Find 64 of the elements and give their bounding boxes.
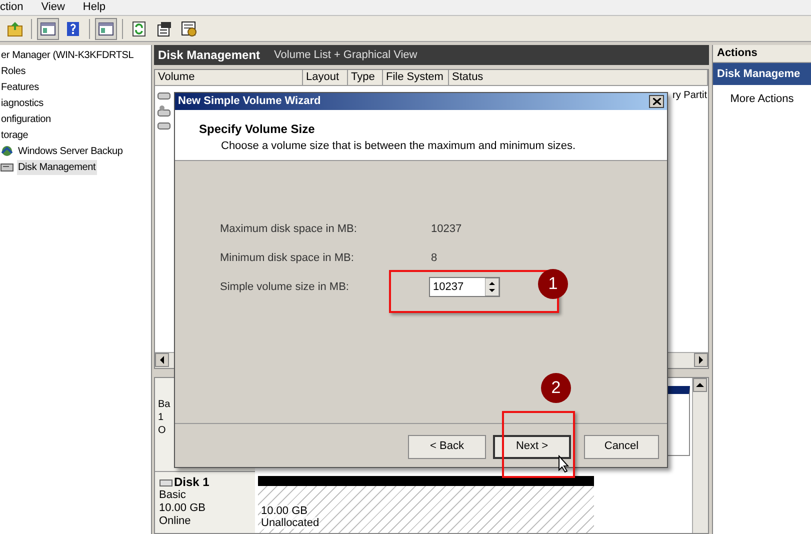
field-value: 8 bbox=[431, 250, 438, 266]
folder-up-icon bbox=[7, 20, 23, 36]
help-icon bbox=[65, 20, 81, 36]
actions-title: Actions bbox=[713, 45, 811, 63]
menu-item[interactable]: ction bbox=[0, 0, 24, 16]
partition-size: 10.00 GB bbox=[261, 505, 308, 517]
dialog-button[interactable]: Next > bbox=[493, 434, 571, 458]
disk-info: Basic bbox=[159, 489, 187, 502]
drive-icon bbox=[157, 120, 171, 132]
panel-title: Disk Management bbox=[158, 47, 260, 64]
drive-icon bbox=[157, 90, 171, 102]
dialog-button[interactable]: < Back bbox=[408, 434, 486, 458]
vertical-scrollbar[interactable] bbox=[692, 378, 708, 533]
refresh-icon bbox=[131, 20, 147, 36]
tree-item[interactable]: Disk Management bbox=[17, 160, 97, 174]
pane-icon bbox=[40, 20, 56, 36]
pane-icon bbox=[98, 20, 114, 36]
action-link[interactable]: More Actions bbox=[730, 91, 794, 108]
field-value: 10237 bbox=[431, 222, 462, 237]
field-label: Simple volume size in MB: bbox=[220, 280, 350, 295]
tree-item[interactable]: er Manager (WIN-K3KFDRTSL bbox=[0, 48, 135, 62]
disk-info: O bbox=[158, 424, 167, 437]
disk-info: Ba bbox=[158, 398, 172, 411]
disk-name: Disk 1 bbox=[174, 476, 210, 489]
column-header[interactable]: Type bbox=[348, 70, 383, 85]
disk-info: Online bbox=[159, 515, 192, 528]
wizard-subtitle: Choose a volume size that is between the maximum and minimum sizes. bbox=[220, 139, 577, 154]
actions-section[interactable]: Disk Manageme bbox=[713, 63, 811, 85]
tree-item[interactable]: torage bbox=[0, 128, 30, 142]
settings-icon bbox=[181, 20, 197, 36]
column-header[interactable]: File System bbox=[383, 70, 449, 85]
wizard-heading: Specify Volume Size bbox=[199, 121, 316, 138]
toolbar-button[interactable] bbox=[37, 18, 59, 40]
view-label: Volume List + Graphical View bbox=[274, 48, 418, 63]
column-header[interactable]: Status bbox=[449, 70, 708, 85]
close-icon bbox=[652, 98, 660, 105]
menu-item[interactable]: Help bbox=[82, 0, 106, 16]
close-button[interactable] bbox=[649, 95, 664, 108]
tree-item[interactable]: iagnostics bbox=[0, 96, 44, 110]
size-spinbox[interactable]: 10237 bbox=[429, 277, 500, 297]
disk-info: 1 bbox=[158, 411, 165, 424]
partition-label: Unallocated bbox=[261, 517, 320, 529]
spin-arrows-icon[interactable] bbox=[485, 278, 499, 296]
dialog-button[interactable]: Cancel bbox=[584, 434, 659, 458]
column-header[interactable]: Volume bbox=[155, 70, 303, 85]
dialog-title: New Simple Volume Wizard bbox=[178, 94, 321, 110]
tree-item[interactable]: Features bbox=[0, 80, 40, 94]
tree-item[interactable]: onfiguration bbox=[0, 112, 52, 126]
column-header[interactable]: Layout bbox=[303, 70, 348, 85]
menu-item[interactable]: View bbox=[41, 0, 65, 16]
up-arrow-icon[interactable] bbox=[696, 382, 704, 388]
disk-info: 10.00 GB bbox=[159, 502, 206, 515]
tree-item[interactable]: Windows Server Backup bbox=[17, 144, 124, 158]
table-cell-text: ry Partit bbox=[672, 89, 708, 103]
drive-warning-icon bbox=[157, 104, 171, 116]
drive-icon bbox=[159, 478, 173, 488]
left-arrow-icon[interactable] bbox=[159, 356, 165, 364]
properties-icon bbox=[156, 20, 172, 36]
cursor-icon bbox=[558, 455, 570, 473]
right-arrow-icon[interactable] bbox=[698, 356, 704, 364]
toolbar-button[interactable] bbox=[95, 18, 117, 40]
field-label: Maximum disk space in MB: bbox=[220, 222, 358, 237]
tree-item[interactable]: Roles bbox=[0, 64, 27, 78]
field-label: Minimum disk space in MB: bbox=[220, 250, 355, 266]
